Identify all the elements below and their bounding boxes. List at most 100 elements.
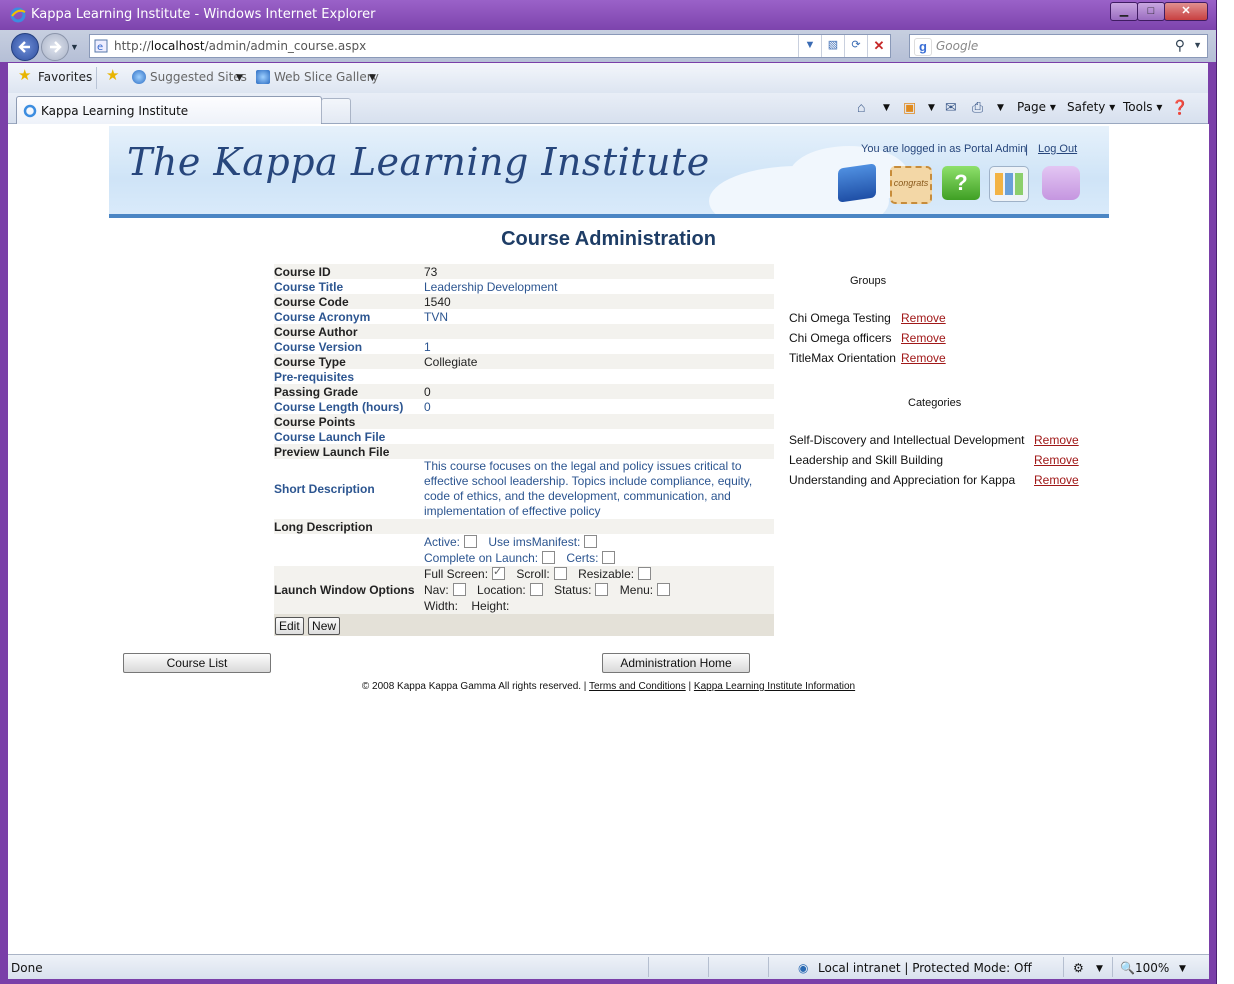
page-menu[interactable]: Page ▾ <box>1017 100 1056 114</box>
long-description-value <box>424 519 774 534</box>
google-icon: g <box>914 38 932 56</box>
search-options-icon[interactable]: ▼ <box>1193 40 1202 50</box>
address-bar[interactable]: e http://localhost/admin/admin_course.as… <box>89 34 891 58</box>
home-icon[interactable]: ⌂ <box>857 99 865 115</box>
address-dropdown-icon[interactable]: ▼ <box>798 35 821 57</box>
active-label: Active: <box>424 535 461 549</box>
help-icon[interactable]: ❓ <box>1171 99 1188 116</box>
ims-manifest-label: Use imsManifest: <box>488 535 581 549</box>
tools-menu[interactable]: Tools ▾ <box>1123 100 1162 114</box>
close-window-button[interactable]: ✕ <box>1164 2 1208 21</box>
web-slice-dropdown-icon[interactable]: ▼ <box>369 73 376 83</box>
certs-checkbox[interactable] <box>602 551 616 564</box>
button-row: Edit New <box>274 614 774 636</box>
minimize-button[interactable]: ▁ <box>1110 2 1138 21</box>
address-row: ▼ e http://localhost/admin/admin_course.… <box>0 30 1216 62</box>
zoom-level[interactable]: 100% <box>1135 961 1169 975</box>
stop-icon[interactable]: ✕ <box>867 35 890 57</box>
nav-checkbox[interactable] <box>452 583 466 596</box>
print-dropdown-icon[interactable]: ▼ <box>997 103 1004 113</box>
row-label: Passing Grade <box>274 384 424 399</box>
group-item: Chi Omega officers <box>789 331 892 345</box>
new-tab-button[interactable] <box>321 98 351 123</box>
edit-button[interactable]: Edit <box>275 616 304 635</box>
protected-mode-dropdown-icon[interactable]: ▼ <box>1096 964 1103 974</box>
remove-category-link[interactable]: Remove <box>1034 473 1079 487</box>
info-link[interactable]: Kappa Learning Institute Information <box>694 681 855 692</box>
active-checkbox[interactable] <box>464 535 478 548</box>
read-mail-icon[interactable]: ✉ <box>945 99 957 116</box>
print-icon[interactable]: ⎙ <box>972 99 983 116</box>
terms-link[interactable]: Terms and Conditions <box>589 681 686 692</box>
status-label: Status: <box>554 583 592 597</box>
remove-category-link[interactable]: Remove <box>1034 433 1079 447</box>
url-text[interactable]: http://localhost/admin/admin_course.aspx <box>114 39 366 53</box>
complete-on-launch-checkbox[interactable] <box>542 551 556 564</box>
remove-group-link[interactable]: Remove <box>901 351 946 365</box>
home-dropdown-icon[interactable]: ▼ <box>883 103 890 113</box>
course-options: Active: Use imsManifest: Complete on Lau… <box>424 534 774 566</box>
page-icon: e <box>94 39 108 53</box>
full-screen-checkbox[interactable] <box>492 564 506 580</box>
help-question-icon[interactable]: ? <box>942 166 980 200</box>
zoom-icon[interactable]: 🔍 <box>1120 961 1135 975</box>
feeds-icon[interactable]: ▣ <box>903 99 916 116</box>
back-arrow-icon <box>18 41 30 53</box>
row-label: Course Launch File <box>274 429 424 444</box>
tab-kappa[interactable]: Kappa Learning Institute <box>16 96 322 124</box>
congrats-stamp-icon[interactable]: congrats <box>890 166 932 204</box>
row-value: Leadership Development <box>424 279 774 294</box>
logout-link[interactable]: Log Out <box>1038 143 1077 155</box>
resizable-checkbox[interactable] <box>638 567 652 580</box>
newsletter-icon[interactable] <box>989 166 1029 202</box>
new-button[interactable]: New <box>308 616 341 635</box>
scroll-label: Scroll: <box>516 567 550 581</box>
menu-checkbox[interactable] <box>657 583 671 596</box>
footer: © 2008 Kappa Kappa Gamma All rights rese… <box>8 681 1209 692</box>
suggested-sites-link[interactable]: Suggested Sites <box>150 70 247 84</box>
stamp-text: congrats <box>893 178 929 188</box>
page-content: The Kappa Learning Institute You are log… <box>8 124 1209 954</box>
back-button[interactable] <box>11 33 39 61</box>
web-slice-gallery-link[interactable]: Web Slice Gallery <box>274 70 379 84</box>
row-label: Course Length (hours) <box>274 399 424 414</box>
ims-manifest-checkbox[interactable] <box>584 535 598 548</box>
ie-logo-icon <box>10 7 26 23</box>
security-zone[interactable]: Local intranet | Protected Mode: Off <box>818 961 1032 975</box>
divider <box>96 67 97 89</box>
feeds-dropdown-icon[interactable]: ▼ <box>928 103 935 113</box>
newsletter-column <box>1015 173 1023 195</box>
location-checkbox[interactable] <box>529 583 543 596</box>
favorites-star-icon: ★ <box>18 67 32 84</box>
search-box[interactable]: g Google ⚲ ▼ <box>909 34 1208 58</box>
maximize-button[interactable]: □ <box>1137 2 1165 21</box>
compatibility-view-icon[interactable]: ▧ <box>821 35 844 57</box>
scroll-checkbox[interactable] <box>553 567 567 580</box>
footer-separator: | <box>688 681 692 692</box>
safety-menu[interactable]: Safety ▾ <box>1067 100 1115 114</box>
remove-group-link[interactable]: Remove <box>901 311 946 325</box>
course-detail-row: Course Version 1 <box>274 339 774 354</box>
site-logo[interactable]: The Kappa Learning Institute <box>127 140 710 184</box>
row-value <box>424 324 774 339</box>
add-favorite-icon[interactable]: ★ <box>106 66 119 84</box>
administration-home-button[interactable]: Administration Home <box>602 653 750 673</box>
course-list-button[interactable]: Course List <box>123 653 271 673</box>
chat-bubble-icon[interactable] <box>1042 166 1080 200</box>
course-detail-row: Pre-requisites <box>274 369 774 384</box>
remove-category-link[interactable]: Remove <box>1034 453 1079 467</box>
courses-icon[interactable] <box>838 163 876 203</box>
status-checkbox[interactable] <box>595 583 609 596</box>
refresh-icon[interactable]: ⟳ <box>844 35 867 57</box>
favorites-button[interactable]: Favorites <box>38 70 92 84</box>
search-icon[interactable]: ⚲ <box>1175 37 1185 54</box>
tab-row: Kappa Learning Institute ⌂ ▼ ▣ ▼ ✉ ⎙ ▼ P… <box>8 93 1208 124</box>
zoom-dropdown-icon[interactable]: ▼ <box>1179 964 1186 974</box>
forward-button[interactable] <box>41 33 69 61</box>
remove-group-link[interactable]: Remove <box>901 331 946 345</box>
suggested-sites-dropdown-icon[interactable]: ▼ <box>236 73 243 83</box>
divider <box>1063 957 1064 977</box>
row-label: Long Description <box>274 519 424 534</box>
protected-mode-icon[interactable]: ⚙ <box>1073 961 1084 975</box>
history-dropdown-icon[interactable]: ▼ <box>70 42 79 52</box>
